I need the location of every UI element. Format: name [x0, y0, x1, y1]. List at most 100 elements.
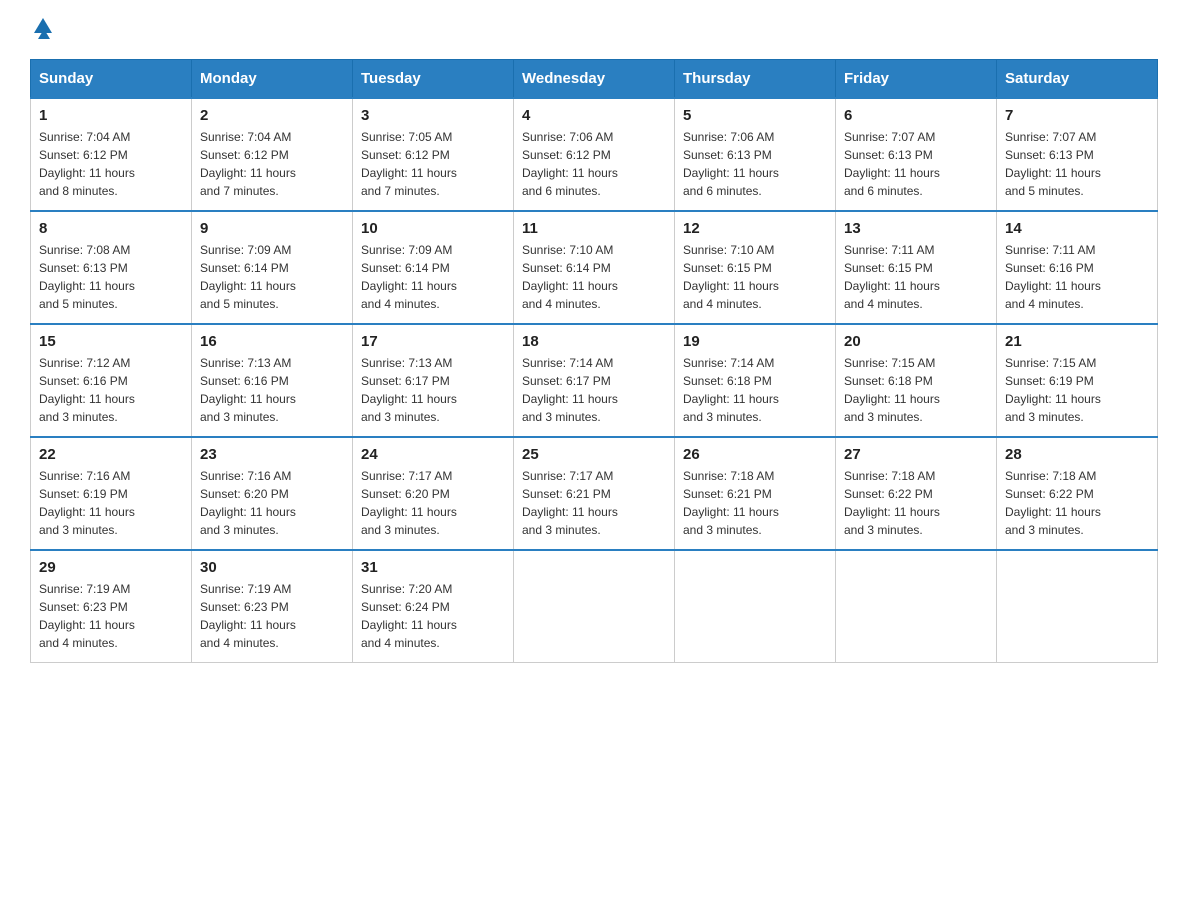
day-number: 1	[39, 107, 183, 124]
day-info: Sunrise: 7:07 AMSunset: 6:13 PMDaylight:…	[844, 128, 988, 200]
day-info: Sunrise: 7:16 AMSunset: 6:20 PMDaylight:…	[200, 467, 344, 539]
logo-icon	[34, 18, 52, 39]
day-cell: 12 Sunrise: 7:10 AMSunset: 6:15 PMDaylig…	[675, 211, 836, 324]
header-cell-monday: Monday	[192, 60, 353, 99]
week-row-5: 29 Sunrise: 7:19 AMSunset: 6:23 PMDaylig…	[31, 550, 1158, 663]
day-info: Sunrise: 7:04 AMSunset: 6:12 PMDaylight:…	[200, 128, 344, 200]
day-number: 27	[844, 446, 988, 463]
day-number: 14	[1005, 220, 1149, 237]
day-number: 12	[683, 220, 827, 237]
calendar-header: SundayMondayTuesdayWednesdayThursdayFrid…	[31, 60, 1158, 99]
day-cell	[997, 550, 1158, 663]
day-number: 24	[361, 446, 505, 463]
day-cell: 24 Sunrise: 7:17 AMSunset: 6:20 PMDaylig…	[353, 437, 514, 550]
day-info: Sunrise: 7:14 AMSunset: 6:17 PMDaylight:…	[522, 354, 666, 426]
day-cell: 7 Sunrise: 7:07 AMSunset: 6:13 PMDayligh…	[997, 98, 1158, 211]
day-info: Sunrise: 7:09 AMSunset: 6:14 PMDaylight:…	[200, 241, 344, 313]
header-cell-thursday: Thursday	[675, 60, 836, 99]
day-info: Sunrise: 7:10 AMSunset: 6:15 PMDaylight:…	[683, 241, 827, 313]
week-row-4: 22 Sunrise: 7:16 AMSunset: 6:19 PMDaylig…	[31, 437, 1158, 550]
day-cell: 1 Sunrise: 7:04 AMSunset: 6:12 PMDayligh…	[31, 98, 192, 211]
day-info: Sunrise: 7:04 AMSunset: 6:12 PMDaylight:…	[39, 128, 183, 200]
day-cell: 27 Sunrise: 7:18 AMSunset: 6:22 PMDaylig…	[836, 437, 997, 550]
day-cell: 17 Sunrise: 7:13 AMSunset: 6:17 PMDaylig…	[353, 324, 514, 437]
week-row-1: 1 Sunrise: 7:04 AMSunset: 6:12 PMDayligh…	[31, 98, 1158, 211]
day-cell: 3 Sunrise: 7:05 AMSunset: 6:12 PMDayligh…	[353, 98, 514, 211]
day-number: 13	[844, 220, 988, 237]
day-number: 6	[844, 107, 988, 124]
day-cell: 16 Sunrise: 7:13 AMSunset: 6:16 PMDaylig…	[192, 324, 353, 437]
day-number: 30	[200, 559, 344, 576]
day-cell: 30 Sunrise: 7:19 AMSunset: 6:23 PMDaylig…	[192, 550, 353, 663]
header-cell-wednesday: Wednesday	[514, 60, 675, 99]
day-info: Sunrise: 7:15 AMSunset: 6:18 PMDaylight:…	[844, 354, 988, 426]
day-info: Sunrise: 7:19 AMSunset: 6:23 PMDaylight:…	[39, 580, 183, 652]
day-info: Sunrise: 7:18 AMSunset: 6:22 PMDaylight:…	[844, 467, 988, 539]
day-cell: 22 Sunrise: 7:16 AMSunset: 6:19 PMDaylig…	[31, 437, 192, 550]
header-cell-saturday: Saturday	[997, 60, 1158, 99]
day-number: 23	[200, 446, 344, 463]
day-cell: 10 Sunrise: 7:09 AMSunset: 6:14 PMDaylig…	[353, 211, 514, 324]
week-row-2: 8 Sunrise: 7:08 AMSunset: 6:13 PMDayligh…	[31, 211, 1158, 324]
day-cell: 29 Sunrise: 7:19 AMSunset: 6:23 PMDaylig…	[31, 550, 192, 663]
day-cell	[675, 550, 836, 663]
day-number: 17	[361, 333, 505, 350]
day-info: Sunrise: 7:13 AMSunset: 6:17 PMDaylight:…	[361, 354, 505, 426]
day-cell: 18 Sunrise: 7:14 AMSunset: 6:17 PMDaylig…	[514, 324, 675, 437]
day-info: Sunrise: 7:09 AMSunset: 6:14 PMDaylight:…	[361, 241, 505, 313]
day-info: Sunrise: 7:17 AMSunset: 6:21 PMDaylight:…	[522, 467, 666, 539]
day-number: 2	[200, 107, 344, 124]
day-cell: 19 Sunrise: 7:14 AMSunset: 6:18 PMDaylig…	[675, 324, 836, 437]
day-number: 8	[39, 220, 183, 237]
day-cell: 2 Sunrise: 7:04 AMSunset: 6:12 PMDayligh…	[192, 98, 353, 211]
day-info: Sunrise: 7:05 AMSunset: 6:12 PMDaylight:…	[361, 128, 505, 200]
day-info: Sunrise: 7:17 AMSunset: 6:20 PMDaylight:…	[361, 467, 505, 539]
day-cell: 31 Sunrise: 7:20 AMSunset: 6:24 PMDaylig…	[353, 550, 514, 663]
day-number: 3	[361, 107, 505, 124]
day-number: 25	[522, 446, 666, 463]
day-info: Sunrise: 7:07 AMSunset: 6:13 PMDaylight:…	[1005, 128, 1149, 200]
day-info: Sunrise: 7:18 AMSunset: 6:22 PMDaylight:…	[1005, 467, 1149, 539]
day-number: 29	[39, 559, 183, 576]
day-cell: 14 Sunrise: 7:11 AMSunset: 6:16 PMDaylig…	[997, 211, 1158, 324]
day-cell: 5 Sunrise: 7:06 AMSunset: 6:13 PMDayligh…	[675, 98, 836, 211]
day-cell: 20 Sunrise: 7:15 AMSunset: 6:18 PMDaylig…	[836, 324, 997, 437]
day-cell: 8 Sunrise: 7:08 AMSunset: 6:13 PMDayligh…	[31, 211, 192, 324]
day-number: 18	[522, 333, 666, 350]
day-info: Sunrise: 7:19 AMSunset: 6:23 PMDaylight:…	[200, 580, 344, 652]
day-number: 11	[522, 220, 666, 237]
day-info: Sunrise: 7:15 AMSunset: 6:19 PMDaylight:…	[1005, 354, 1149, 426]
day-info: Sunrise: 7:06 AMSunset: 6:13 PMDaylight:…	[683, 128, 827, 200]
day-number: 21	[1005, 333, 1149, 350]
day-cell: 9 Sunrise: 7:09 AMSunset: 6:14 PMDayligh…	[192, 211, 353, 324]
day-cell: 4 Sunrise: 7:06 AMSunset: 6:12 PMDayligh…	[514, 98, 675, 211]
day-cell	[514, 550, 675, 663]
day-info: Sunrise: 7:11 AMSunset: 6:16 PMDaylight:…	[1005, 241, 1149, 313]
day-number: 7	[1005, 107, 1149, 124]
day-number: 28	[1005, 446, 1149, 463]
day-number: 9	[200, 220, 344, 237]
day-cell: 13 Sunrise: 7:11 AMSunset: 6:15 PMDaylig…	[836, 211, 997, 324]
week-row-3: 15 Sunrise: 7:12 AMSunset: 6:16 PMDaylig…	[31, 324, 1158, 437]
day-cell: 26 Sunrise: 7:18 AMSunset: 6:21 PMDaylig…	[675, 437, 836, 550]
day-info: Sunrise: 7:16 AMSunset: 6:19 PMDaylight:…	[39, 467, 183, 539]
day-number: 15	[39, 333, 183, 350]
day-number: 16	[200, 333, 344, 350]
header-cell-friday: Friday	[836, 60, 997, 99]
day-cell: 15 Sunrise: 7:12 AMSunset: 6:16 PMDaylig…	[31, 324, 192, 437]
day-number: 19	[683, 333, 827, 350]
day-number: 22	[39, 446, 183, 463]
day-cell: 23 Sunrise: 7:16 AMSunset: 6:20 PMDaylig…	[192, 437, 353, 550]
page-header	[30, 20, 1158, 39]
day-cell: 21 Sunrise: 7:15 AMSunset: 6:19 PMDaylig…	[997, 324, 1158, 437]
calendar-table: SundayMondayTuesdayWednesdayThursdayFrid…	[30, 59, 1158, 663]
day-cell: 28 Sunrise: 7:18 AMSunset: 6:22 PMDaylig…	[997, 437, 1158, 550]
header-cell-sunday: Sunday	[31, 60, 192, 99]
logo	[30, 20, 52, 39]
day-cell: 11 Sunrise: 7:10 AMSunset: 6:14 PMDaylig…	[514, 211, 675, 324]
calendar-body: 1 Sunrise: 7:04 AMSunset: 6:12 PMDayligh…	[31, 98, 1158, 663]
day-info: Sunrise: 7:10 AMSunset: 6:14 PMDaylight:…	[522, 241, 666, 313]
day-cell: 6 Sunrise: 7:07 AMSunset: 6:13 PMDayligh…	[836, 98, 997, 211]
header-row: SundayMondayTuesdayWednesdayThursdayFrid…	[31, 60, 1158, 99]
day-info: Sunrise: 7:06 AMSunset: 6:12 PMDaylight:…	[522, 128, 666, 200]
